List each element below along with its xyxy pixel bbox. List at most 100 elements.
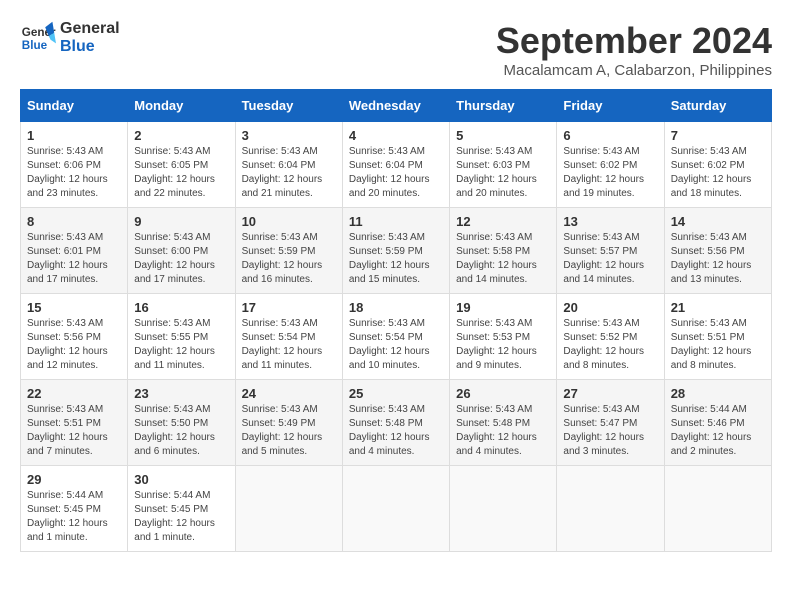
day-number: 6 [563,128,657,143]
day-number: 22 [27,386,121,401]
day-number: 14 [671,214,765,229]
day-info: Sunrise: 5:43 AM Sunset: 6:02 PM Dayligh… [671,145,765,201]
header-wednesday: Wednesday [342,90,449,122]
calendar-cell: 8 Sunrise: 5:43 AM Sunset: 6:01 PM Daylig… [21,208,128,294]
calendar-cell: 18 Sunrise: 5:43 AM Sunset: 5:54 PM Dayli… [342,294,449,380]
day-info: Sunrise: 5:43 AM Sunset: 5:51 PM Dayligh… [27,403,121,459]
page-header: General Blue General Blue September 2024… [20,20,772,79]
title-section: September 2024 Macalamcam A, Calabarzon,… [496,20,772,79]
calendar-title: September 2024 [496,20,772,62]
day-number: 17 [242,300,336,315]
day-info: Sunrise: 5:44 AM Sunset: 5:45 PM Dayligh… [27,489,121,545]
day-number: 3 [242,128,336,143]
calendar-cell [235,466,342,552]
calendar-cell: 12 Sunrise: 5:43 AM Sunset: 5:58 PM Dayli… [450,208,557,294]
day-info: Sunrise: 5:43 AM Sunset: 5:56 PM Dayligh… [27,317,121,373]
day-info: Sunrise: 5:43 AM Sunset: 5:55 PM Dayligh… [134,317,228,373]
day-number: 28 [671,386,765,401]
calendar-cell: 22 Sunrise: 5:43 AM Sunset: 5:51 PM Dayli… [21,380,128,466]
day-info: Sunrise: 5:43 AM Sunset: 6:02 PM Dayligh… [563,145,657,201]
calendar-cell: 13Sunrise: 5:43 AM Sunset: 5:57 PM Dayli… [557,208,664,294]
day-info: Sunrise: 5:43 AM Sunset: 5:58 PM Dayligh… [456,231,550,287]
calendar-cell: 14 Sunrise: 5:43 AM Sunset: 5:56 PM Dayli… [664,208,771,294]
calendar-table: Sunday Monday Tuesday Wednesday Thursday… [20,89,772,552]
calendar-cell: 21 Sunrise: 5:43 AM Sunset: 5:51 PM Dayli… [664,294,771,380]
header-row: Sunday Monday Tuesday Wednesday Thursday… [21,90,772,122]
calendar-cell: 30 Sunrise: 5:44 AM Sunset: 5:45 PM Dayli… [128,466,235,552]
day-number: 19 [456,300,550,315]
day-info: Sunrise: 5:43 AM Sunset: 5:59 PM Dayligh… [349,231,443,287]
day-info: Sunrise: 5:43 AM Sunset: 5:47 PM Dayligh… [563,403,657,459]
calendar-cell: 15 Sunrise: 5:43 AM Sunset: 5:56 PM Dayli… [21,294,128,380]
header-tuesday: Tuesday [235,90,342,122]
day-number: 16 [134,300,228,315]
calendar-cell: 4 Sunrise: 5:43 AM Sunset: 6:04 PM Daylig… [342,122,449,208]
calendar-cell: 29 Sunrise: 5:44 AM Sunset: 5:45 PM Dayli… [21,466,128,552]
day-info: Sunrise: 5:43 AM Sunset: 5:59 PM Dayligh… [242,231,336,287]
calendar-cell: 16 Sunrise: 5:43 AM Sunset: 5:55 PM Dayli… [128,294,235,380]
day-number: 7 [671,128,765,143]
day-info: Sunrise: 5:43 AM Sunset: 5:56 PM Dayligh… [671,231,765,287]
day-number: 2 [134,128,228,143]
calendar-cell: 27 Sunrise: 5:43 AM Sunset: 5:47 PM Dayli… [557,380,664,466]
day-number: 11 [349,214,443,229]
day-number: 13 [563,214,657,229]
day-number: 9 [134,214,228,229]
day-number: 10 [242,214,336,229]
calendar-subtitle: Macalamcam A, Calabarzon, Philippines [496,62,772,79]
day-number: 8 [27,214,121,229]
day-info: Sunrise: 5:43 AM Sunset: 6:05 PM Dayligh… [134,145,228,201]
calendar-cell [342,466,449,552]
day-info: Sunrise: 5:43 AM Sunset: 5:49 PM Dayligh… [242,403,336,459]
day-info: Sunrise: 5:43 AM Sunset: 5:48 PM Dayligh… [349,403,443,459]
calendar-cell: 2 Sunrise: 5:43 AM Sunset: 6:05 PM Daylig… [128,122,235,208]
calendar-cell [664,466,771,552]
day-info: Sunrise: 5:44 AM Sunset: 5:46 PM Dayligh… [671,403,765,459]
calendar-cell: 7 Sunrise: 5:43 AM Sunset: 6:02 PM Daylig… [664,122,771,208]
calendar-cell: 25 Sunrise: 5:43 AM Sunset: 5:48 PM Dayli… [342,380,449,466]
day-info: Sunrise: 5:44 AM Sunset: 5:45 PM Dayligh… [134,489,228,545]
header-friday: Friday [557,90,664,122]
calendar-cell: 24 Sunrise: 5:43 AM Sunset: 5:49 PM Dayli… [235,380,342,466]
day-info: Sunrise: 5:43 AM Sunset: 5:48 PM Dayligh… [456,403,550,459]
day-info: Sunrise: 5:43 AM Sunset: 5:54 PM Dayligh… [349,317,443,373]
day-number: 29 [27,472,121,487]
day-info: Sunrise: 5:43 AM Sunset: 6:04 PM Dayligh… [349,145,443,201]
logo-icon: General Blue [20,20,56,56]
logo: General Blue General Blue [20,20,120,56]
header-monday: Monday [128,90,235,122]
day-number: 5 [456,128,550,143]
day-info: Sunrise: 5:43 AM Sunset: 6:01 PM Dayligh… [27,231,121,287]
day-number: 20 [563,300,657,315]
calendar-cell: 28 Sunrise: 5:44 AM Sunset: 5:46 PM Dayli… [664,380,771,466]
day-number: 4 [349,128,443,143]
day-info: Sunrise: 5:43 AM Sunset: 5:53 PM Dayligh… [456,317,550,373]
week-row-2: 8 Sunrise: 5:43 AM Sunset: 6:01 PM Daylig… [21,208,772,294]
day-info: Sunrise: 5:43 AM Sunset: 5:51 PM Dayligh… [671,317,765,373]
calendar-cell: 19 Sunrise: 5:43 AM Sunset: 5:53 PM Dayli… [450,294,557,380]
calendar-cell [450,466,557,552]
calendar-cell [557,466,664,552]
day-number: 15 [27,300,121,315]
week-row-3: 15 Sunrise: 5:43 AM Sunset: 5:56 PM Dayli… [21,294,772,380]
calendar-cell: 20Sunrise: 5:43 AM Sunset: 5:52 PM Dayli… [557,294,664,380]
day-number: 25 [349,386,443,401]
day-info: Sunrise: 5:43 AM Sunset: 6:04 PM Dayligh… [242,145,336,201]
day-info: Sunrise: 5:43 AM Sunset: 6:06 PM Dayligh… [27,145,121,201]
header-saturday: Saturday [664,90,771,122]
day-number: 24 [242,386,336,401]
day-number: 12 [456,214,550,229]
week-row-5: 29 Sunrise: 5:44 AM Sunset: 5:45 PM Dayli… [21,466,772,552]
day-info: Sunrise: 5:43 AM Sunset: 6:00 PM Dayligh… [134,231,228,287]
header-sunday: Sunday [21,90,128,122]
calendar-cell: 10 Sunrise: 5:43 AM Sunset: 5:59 PM Dayli… [235,208,342,294]
day-number: 27 [563,386,657,401]
day-number: 18 [349,300,443,315]
header-thursday: Thursday [450,90,557,122]
calendar-cell: 26Sunrise: 5:43 AM Sunset: 5:48 PM Dayli… [450,380,557,466]
day-number: 21 [671,300,765,315]
day-number: 30 [134,472,228,487]
logo-text-line2: Blue [60,38,120,56]
calendar-cell: 6 Sunrise: 5:43 AM Sunset: 6:02 PM Daylig… [557,122,664,208]
calendar-cell: 9 Sunrise: 5:43 AM Sunset: 6:00 PM Daylig… [128,208,235,294]
